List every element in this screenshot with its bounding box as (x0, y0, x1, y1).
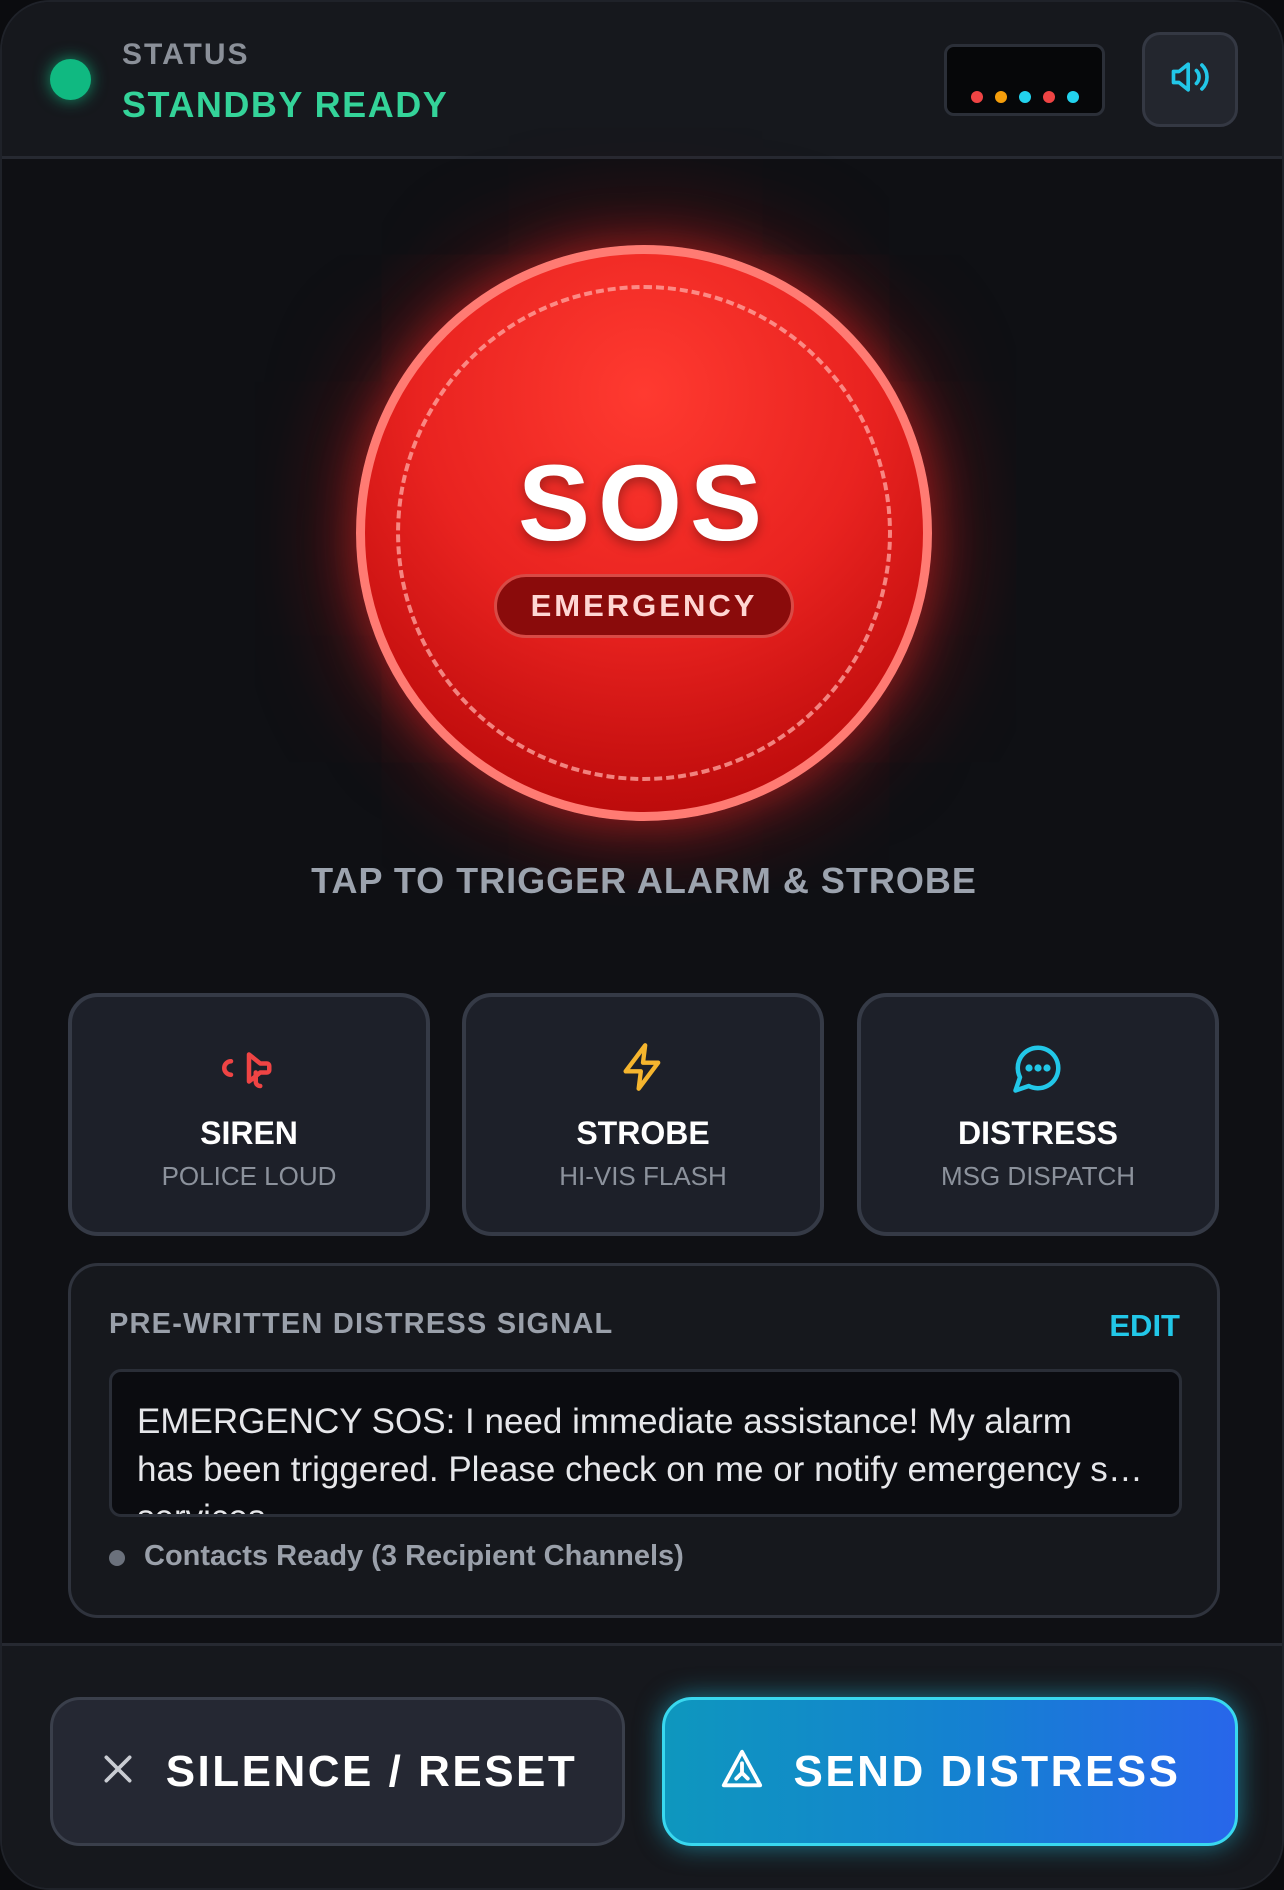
distress-message-text[interactable]: EMERGENCY SOS: I need immediate assistan… (109, 1369, 1182, 1517)
mode-card-strobe[interactable]: STROBE HI-VIS FLASH (462, 993, 824, 1236)
message-line: services (137, 1494, 1154, 1514)
contacts-status-dot (109, 1550, 125, 1566)
mode-title: SIREN (200, 1115, 298, 1151)
mode-subtitle: HI-VIS FLASH (559, 1161, 727, 1191)
send-distress-label: SEND DISTRESS (793, 1746, 1181, 1796)
led-dot (1019, 91, 1031, 103)
contacts-status: Contacts Ready (3 Recipient Channels) (144, 1540, 684, 1572)
emergency-badge: EMERGENCY (494, 574, 794, 638)
chat-bubble-icon (861, 1041, 1215, 1095)
mode-card-siren[interactable]: SIREN POLICE LOUD (68, 993, 430, 1236)
status-indicator-dot (50, 59, 91, 100)
app-frame: STATUS STANDBY READY SOS EMERGENCY TAP T… (0, 0, 1284, 1890)
led-indicator-panel (944, 44, 1105, 116)
speaker-volume-icon (1168, 55, 1212, 104)
mode-card-distress[interactable]: DISTRESS MSG DISPATCH (857, 993, 1219, 1236)
led-dot (995, 91, 1007, 103)
silence-reset-label: SILENCE / RESET (165, 1746, 578, 1796)
status-value: STANDBY READY (122, 84, 449, 125)
message-heading: PRE-WRITTEN DISTRESS SIGNAL (109, 1308, 614, 1340)
status-header: STATUS STANDBY READY (2, 2, 1282, 159)
action-footer: SILENCE / RESET SEND DISTRESS (2, 1643, 1282, 1888)
silence-reset-button[interactable]: SILENCE / RESET (50, 1697, 625, 1846)
edit-message-button[interactable]: EDIT (1109, 1308, 1180, 1344)
megaphone-icon (72, 1041, 426, 1095)
led-dot (1067, 91, 1079, 103)
lightning-icon (466, 1041, 820, 1093)
mode-title: STROBE (576, 1115, 710, 1151)
close-icon (98, 1749, 138, 1794)
mode-subtitle: MSG DISPATCH (940, 1161, 1136, 1191)
mode-subtitle: POLICE LOUD (161, 1161, 337, 1191)
sound-toggle-button[interactable] (1142, 32, 1238, 127)
status-label: STATUS (122, 38, 250, 71)
led-dot (1043, 91, 1055, 103)
sos-button[interactable]: SOS EMERGENCY (356, 245, 932, 821)
warning-triangle-icon (719, 1746, 765, 1797)
distress-message-panel: PRE-WRITTEN DISTRESS SIGNAL EDIT EMERGEN… (68, 1263, 1220, 1618)
tap-hint: TAP TO TRIGGER ALARM & STROBE (311, 860, 977, 901)
led-dot (971, 91, 983, 103)
send-distress-button[interactable]: SEND DISTRESS (662, 1697, 1238, 1846)
message-line: EMERGENCY SOS: I need immediate assistan… (137, 1402, 1072, 1441)
message-line: has been triggered. Please check on me o… (137, 1450, 1154, 1489)
sos-label: SOS (517, 442, 771, 563)
mode-title: DISTRESS (957, 1115, 1119, 1151)
